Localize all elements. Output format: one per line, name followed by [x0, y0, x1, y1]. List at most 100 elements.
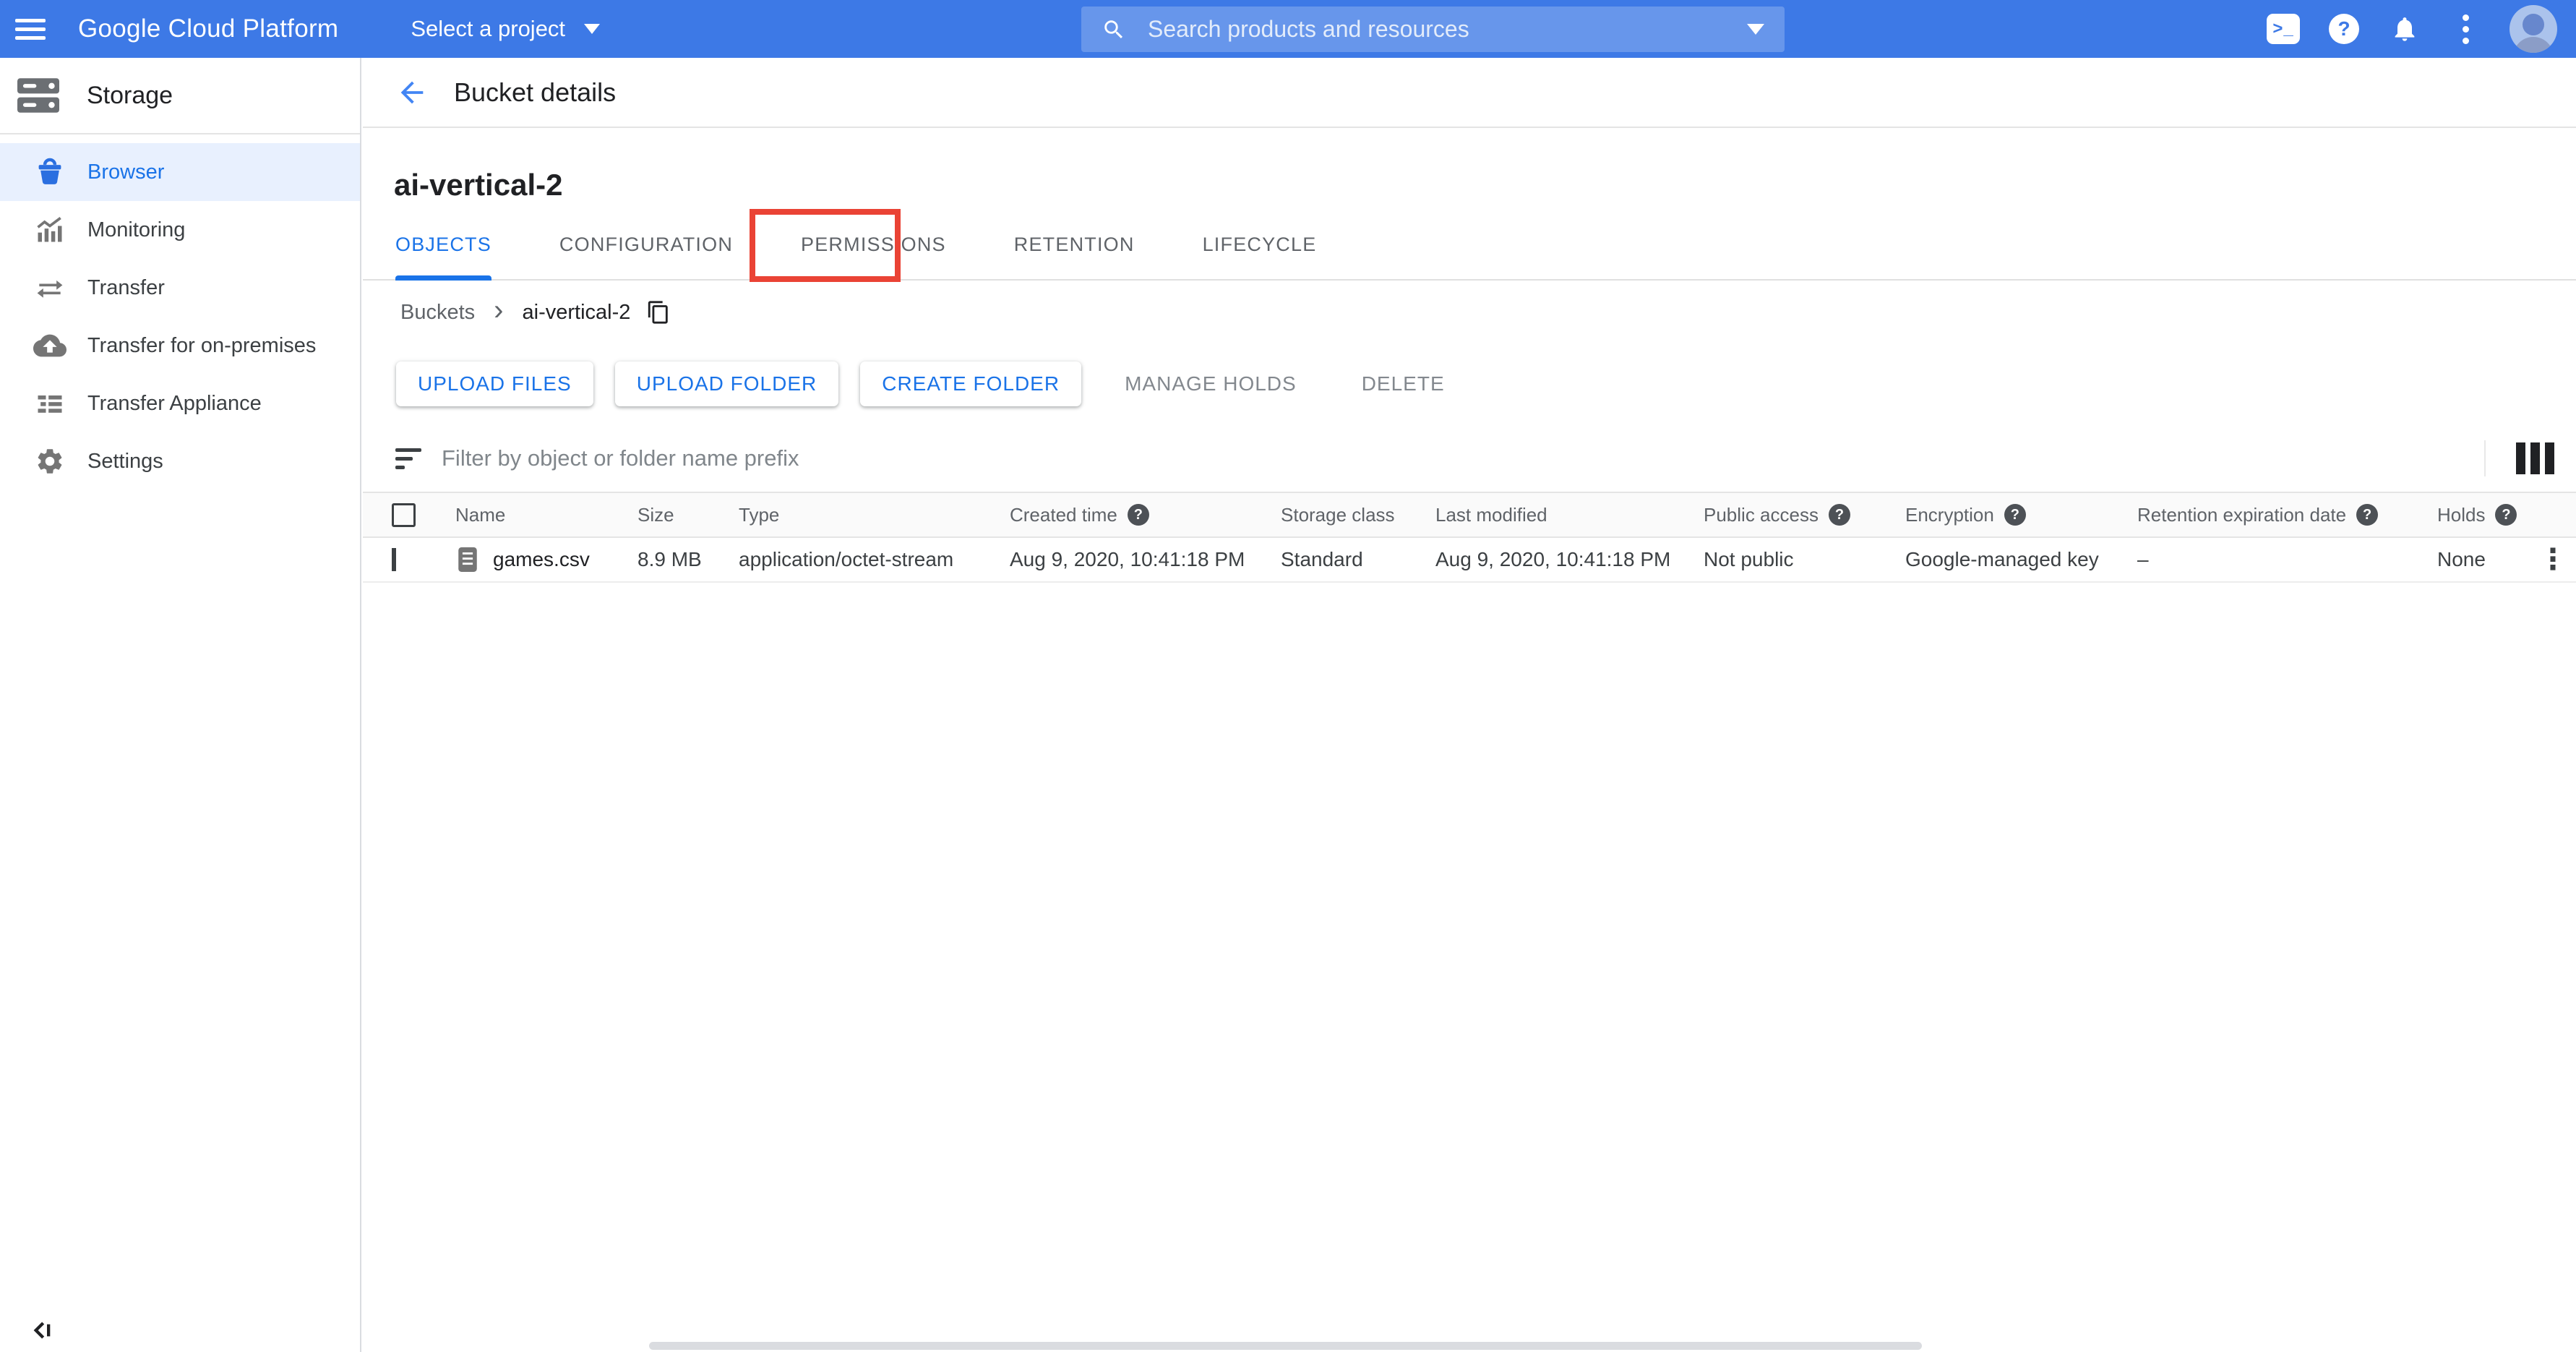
chevron-down-icon [584, 24, 600, 34]
gear-icon [33, 446, 67, 476]
notifications-button[interactable] [2388, 12, 2421, 46]
table-header: Name Size Type Created time? Storage cla… [363, 492, 2576, 538]
divider [2484, 440, 2486, 476]
column-header-public-access: Public access? [1704, 504, 1905, 526]
breadcrumb-buckets-link[interactable]: Buckets [400, 301, 475, 325]
project-selector-label: Select a project [411, 16, 565, 42]
product-name[interactable]: Google Cloud Platform [78, 14, 338, 43]
help-icon: ? [2329, 14, 2359, 44]
cloud-upload-icon [33, 329, 67, 362]
sidebar-item-label: Transfer Appliance [87, 392, 262, 416]
arrow-back-icon [395, 76, 429, 109]
topbar-actions: >_ ? [2267, 0, 2576, 58]
sidebar-item-label: Transfer [87, 276, 165, 300]
help-icon[interactable]: ? [2495, 504, 2517, 526]
more-options-button[interactable] [2449, 12, 2482, 46]
sidebar-item-label: Monitoring [87, 218, 185, 242]
copy-icon [646, 299, 671, 326]
object-name-link[interactable]: games.csv [493, 548, 590, 571]
search-input[interactable] [1148, 16, 1734, 43]
help-icon[interactable]: ? [2356, 504, 2378, 526]
horizontal-scrollbar[interactable] [649, 1342, 1922, 1350]
upload-files-button[interactable]: UPLOAD FILES [396, 361, 593, 406]
column-header-size: Size [637, 504, 739, 526]
bucket-name: ai-vertical-2 [394, 168, 562, 202]
sidebar-section-header: Storage [0, 58, 360, 134]
notifications-bell-icon [2390, 14, 2419, 43]
breadcrumb-current: ai-vertical-2 [523, 301, 631, 325]
search-dropdown-icon[interactable] [1747, 24, 1764, 35]
sidebar-item-transfer[interactable]: Transfer [0, 259, 360, 317]
table-row: games.csv 8.9 MB application/octet-strea… [363, 538, 2576, 583]
main-content: Bucket details ai-vertical-2 OBJECTS CON… [363, 58, 2576, 1352]
copy-bucket-name-button[interactable] [646, 299, 671, 326]
column-display-options-button[interactable] [2516, 442, 2554, 474]
help-icon[interactable]: ? [2004, 504, 2026, 526]
file-icon [455, 546, 480, 573]
object-actions: UPLOAD FILES UPLOAD FOLDER CREATE FOLDER… [396, 361, 1467, 406]
top-app-bar: Google Cloud Platform Select a project >… [0, 0, 2576, 58]
filter-bar [363, 425, 2576, 492]
project-selector-button[interactable]: Select a project [411, 16, 600, 42]
hamburger-icon [15, 14, 46, 45]
sidebar-item-browser[interactable]: Browser [0, 143, 360, 201]
column-header-storage-class: Storage class [1281, 504, 1435, 526]
cell-last-modified: Aug 9, 2020, 10:41:18 PM [1435, 548, 1704, 571]
sidebar-item-label: Settings [87, 450, 163, 474]
monitoring-chart-icon [33, 214, 67, 246]
cell-created-time: Aug 9, 2020, 10:41:18 PM [1010, 548, 1281, 571]
manage-holds-button[interactable]: MANAGE HOLDS [1103, 361, 1318, 406]
column-header-holds: Holds? [2437, 504, 2538, 526]
filter-icon [395, 448, 424, 469]
row-checkbox[interactable] [392, 548, 396, 571]
sidebar-item-transfer-on-premises[interactable]: Transfer for on-premises [0, 317, 360, 375]
delete-button[interactable]: DELETE [1340, 361, 1467, 406]
storage-servers-icon [14, 74, 62, 116]
cloud-shell-icon: >_ [2267, 14, 2300, 44]
section-title: Storage [87, 82, 173, 110]
cell-encryption: Google-managed key [1905, 548, 2137, 571]
column-header-name: Name [455, 504, 637, 526]
bucket-icon [33, 156, 67, 188]
more-vertical-icon [2463, 14, 2469, 44]
tab-retention[interactable]: RETENTION [1014, 234, 1135, 279]
page-header: Bucket details [363, 58, 2576, 128]
sidebar-item-label: Browser [87, 161, 164, 184]
cell-type: application/octet-stream [739, 548, 1010, 571]
sidebar-item-transfer-appliance[interactable]: Transfer Appliance [0, 375, 360, 432]
column-header-retention-expiration-date: Retention expiration date? [2137, 504, 2437, 526]
cell-retention-expiration-date: – [2137, 548, 2437, 571]
column-header-type: Type [739, 504, 1010, 526]
search-icon [1102, 17, 1126, 42]
filter-input[interactable] [442, 445, 2484, 471]
tab-permissions[interactable]: PERMISSIONS [801, 234, 946, 279]
search-bar[interactable] [1081, 7, 1785, 52]
tab-bar: OBJECTS CONFIGURATION PERMISSIONS RETENT… [363, 217, 2576, 281]
select-all-checkbox[interactable] [392, 503, 416, 527]
sidebar-nav: Browser Monitoring Transfer Transfer for… [0, 143, 360, 490]
help-icon[interactable]: ? [1829, 504, 1850, 526]
tab-objects[interactable]: OBJECTS [395, 234, 491, 279]
help-icon[interactable]: ? [1128, 504, 1149, 526]
tab-lifecycle[interactable]: LIFECYCLE [1203, 234, 1317, 279]
tab-configuration[interactable]: CONFIGURATION [559, 234, 733, 279]
column-header-created-time: Created time? [1010, 504, 1281, 526]
cell-holds: None [2437, 548, 2538, 571]
cloud-shell-button[interactable]: >_ [2267, 12, 2300, 46]
hamburger-menu-button[interactable] [0, 0, 61, 58]
upload-folder-button[interactable]: UPLOAD FOLDER [615, 361, 839, 406]
create-folder-button[interactable]: CREATE FOLDER [860, 361, 1081, 406]
sidebar-item-monitoring[interactable]: Monitoring [0, 201, 360, 259]
appliance-list-icon [33, 388, 67, 419]
sidebar-item-settings[interactable]: Settings [0, 432, 360, 490]
gcp-console: Google Cloud Platform Select a project >… [0, 0, 2576, 1352]
cell-public-access: Not public [1704, 548, 1905, 571]
collapse-sidebar-button[interactable] [25, 1313, 59, 1348]
collapse-left-icon [27, 1316, 56, 1345]
help-button[interactable]: ? [2327, 12, 2361, 46]
row-menu-button[interactable]: ⋮ [2538, 545, 2567, 574]
cell-size: 8.9 MB [637, 548, 739, 571]
back-button[interactable] [392, 72, 432, 113]
page-title: Bucket details [454, 77, 616, 108]
avatar[interactable] [2510, 5, 2557, 53]
